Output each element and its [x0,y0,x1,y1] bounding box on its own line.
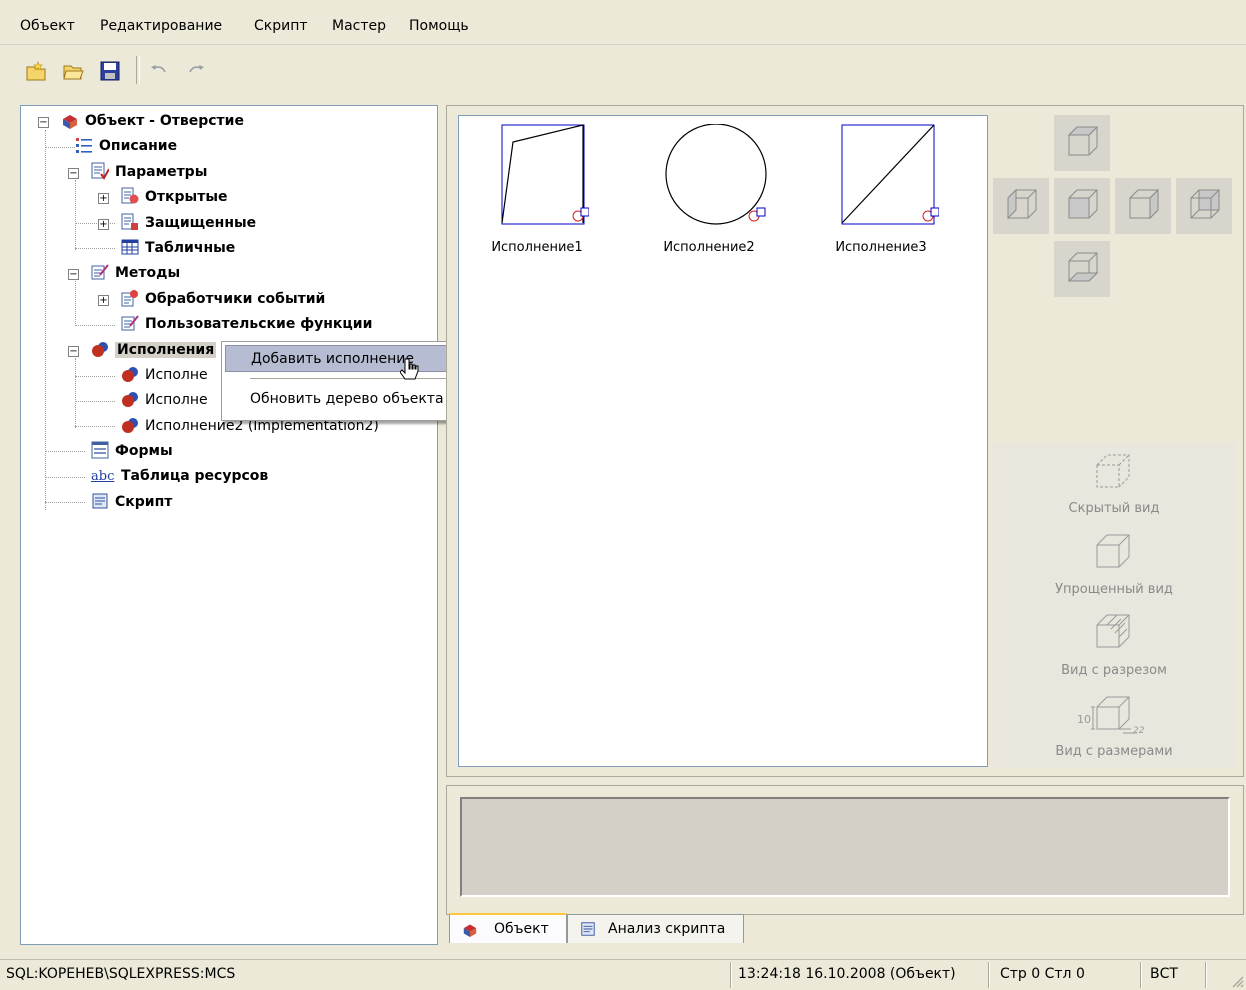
status-insert-mode: ВСТ [1150,966,1178,982]
toolbar [10,50,1235,90]
implementation-icon [122,367,138,382]
menu-help[interactable]: Помощь [405,18,473,34]
object-icon [463,924,477,937]
tree-node-params[interactable]: Параметры [91,161,207,183]
hidden-view-icon[interactable] [1091,451,1135,495]
collapse-params-toggle[interactable]: − [68,168,79,179]
tree-node-user-functions[interactable]: Пользовательские функции [121,313,372,335]
resize-grip-icon[interactable] [1230,974,1244,988]
status-bar: SQL:KOPEHEB\SQLEXPRESS:MCS 13:24:18 16.1… [0,959,1246,990]
event-handlers-icon [121,290,138,307]
section-view-label[interactable]: Вид с разрезом [993,663,1235,678]
view-bottom-button[interactable] [1054,241,1110,297]
script-icon [92,493,108,509]
tab-object[interactable]: Объект [449,913,567,943]
forms-icon [91,441,109,459]
cube-right-icon [1129,188,1159,220]
expand-protected-toggle[interactable]: + [98,219,109,230]
object-tree[interactable]: − Объект - Отверстие Описание − Параметр… [20,105,438,945]
implementation-icon [122,418,138,433]
implementations-icon [92,342,108,357]
expand-open-toggle[interactable]: + [98,193,109,204]
view-orientation-panel [993,115,1235,300]
undo-icon[interactable] [148,60,170,82]
view-back-button[interactable] [1176,178,1232,234]
implementation-2-label: Исполнение2 [663,240,755,255]
tree-node-resources[interactable]: abc Таблица ресурсов [91,465,268,487]
simplified-view-label[interactable]: Упрощенный вид [993,582,1235,597]
implementation-1-preview [501,124,589,225]
implementation-icon [122,392,138,407]
output-panel[interactable] [460,797,1230,897]
table-icon [121,239,139,255]
view-front-button[interactable] [1054,178,1110,234]
list-icon [76,138,92,153]
collapse-root-toggle[interactable]: − [38,117,49,128]
object-icon [63,115,77,129]
implementation-1-label: Исполнение1 [491,240,583,255]
toolbar-separator [136,56,140,84]
tab-script-analysis[interactable]: Анализ скрипта [567,914,744,943]
status-connection: SQL:KOPEHEB\SQLEXPRESS:MCS [6,966,236,982]
tree-node-forms[interactable]: Формы [91,440,173,462]
section-view-icon[interactable] [1091,611,1135,655]
open-folder-icon[interactable] [62,60,84,82]
dimension-value-label-2: 22 [1133,726,1145,736]
implementation-2-preview [665,124,767,225]
implementations-canvas[interactable]: Исполнение1 Исполнение2 Исполнение3 [458,115,988,767]
cube-top-icon [1067,126,1099,156]
tree-node-params-protected[interactable]: Защищенные [121,212,256,234]
tree-node-impl-1[interactable]: Исполне [121,364,208,386]
cube-back-icon [1190,189,1220,219]
menu-wizard[interactable]: Мастер [328,18,390,34]
tab-script-analysis-label: Анализ скрипта [608,921,726,937]
dimension-value-label: 10 [1077,713,1091,726]
mouse-cursor-icon [400,358,419,380]
new-object-icon[interactable] [25,60,47,82]
dimensions-view-label[interactable]: Вид с размерами [993,744,1235,759]
user-functions-icon [121,315,139,331]
tree-node-params-table[interactable]: Табличные [121,237,235,259]
tree-node-root[interactable]: Объект - Отверстие [61,110,244,132]
view-top-button[interactable] [1054,115,1110,171]
menu-edit[interactable]: Редактирование [96,18,226,34]
tree-node-params-open[interactable]: Открытые [121,186,227,208]
resources-icon: abc [91,469,115,484]
script-icon [581,922,595,936]
view-right-button[interactable] [1115,178,1171,234]
tree-node-event-handlers[interactable]: Обработчики событий [121,288,325,310]
simplified-view-icon[interactable] [1091,531,1135,575]
cube-front-icon [1068,189,1098,219]
params-icon [91,162,109,180]
tree-node-script[interactable]: Скрипт [91,491,172,513]
methods-icon [91,264,109,280]
cube-left-icon [1007,188,1037,220]
status-datetime: 13:24:18 16.10.2008 (Объект) [738,966,956,982]
status-cursor-position: Стр 0 Стл 0 [1000,966,1085,982]
hidden-view-label[interactable]: Скрытый вид [993,501,1235,516]
view-left-button[interactable] [993,178,1049,234]
implementation-3-preview [841,124,939,225]
dimensions-view-icon[interactable]: 10 22 [1075,693,1151,737]
protected-params-icon [121,213,138,230]
collapse-implementations-toggle[interactable]: − [68,346,79,357]
open-params-icon [121,187,139,204]
tab-object-label: Объект [494,921,549,937]
menu-script[interactable]: Скрипт [250,18,312,34]
implementation-3-label: Исполнение3 [835,240,927,255]
view-mode-panel: Скрытый вид Упрощенный вид Вид с разрезо… [993,443,1235,768]
expand-event-handlers-toggle[interactable]: + [98,295,109,306]
redo-icon[interactable] [185,60,207,82]
collapse-methods-toggle[interactable]: − [68,269,79,280]
menu-bar: Объект Редактирование Скрипт Мастер Помо… [0,10,1246,45]
menu-object[interactable]: Объект [16,18,79,34]
tree-node-description[interactable]: Описание [75,135,177,157]
tree-node-impl-2[interactable]: Исполне [121,389,208,411]
save-icon[interactable] [99,60,121,82]
cube-bottom-icon [1067,252,1099,282]
tree-node-methods[interactable]: Методы [91,262,180,284]
tree-node-implementations[interactable]: Исполнения [91,339,217,361]
